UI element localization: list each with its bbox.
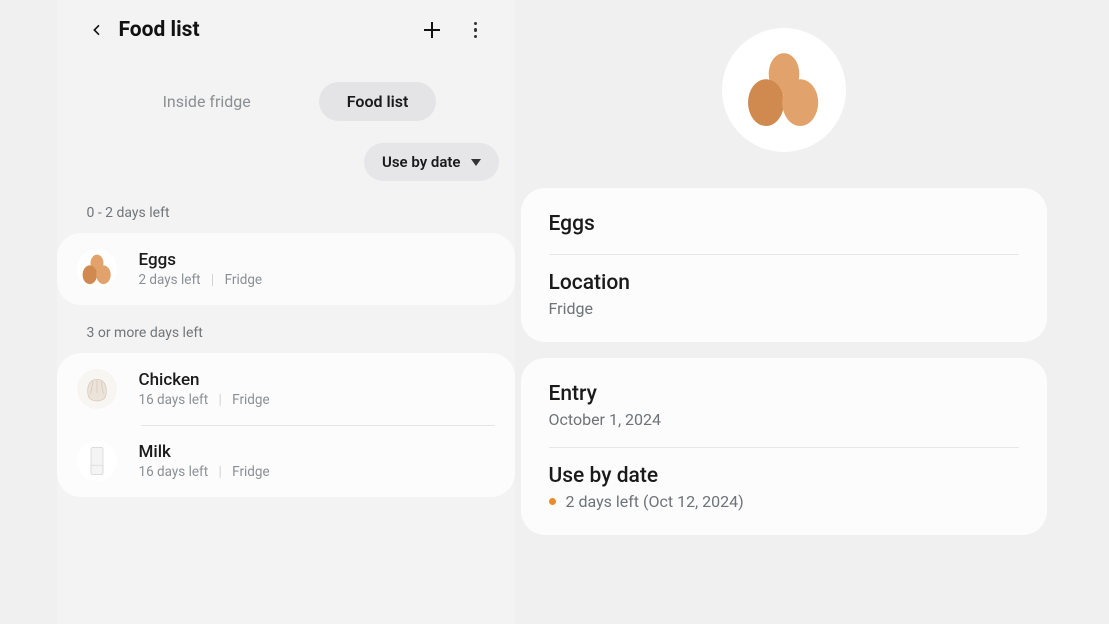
detail-pane: Eggs Location Fridge Entry October 1, 20… [515,0,1053,624]
chevron-left-icon [89,22,105,38]
group-label: 3 or more days left [57,311,515,347]
header-bar: Food list [57,14,515,52]
food-item-chicken[interactable]: Chicken 16 days left | Fridge [57,353,515,425]
food-days: 16 days left [139,464,209,480]
tab-bar: Inside fridge Food list [57,82,515,121]
detail-useby-row: 2 days left (Oct 12, 2024) [549,488,1019,511]
eggs-icon [79,253,115,285]
back-button[interactable] [83,16,111,44]
detail-card-dates: Entry October 1, 2024 Use by date 2 days… [521,358,1047,535]
detail-image [722,28,846,152]
food-item-milk[interactable]: Milk 16 days left | Fridge [57,425,515,497]
food-thumb [77,249,117,289]
food-meta: 2 days left | Fridge [139,272,263,288]
tab-food-list[interactable]: Food list [319,82,437,121]
food-name: Eggs [139,250,263,270]
food-item-eggs[interactable]: Eggs 2 days left | Fridge [57,233,515,305]
food-days: 2 days left [139,272,201,288]
milk-icon [85,444,109,478]
tab-inside-fridge[interactable]: Inside fridge [135,82,279,121]
food-info: Chicken 16 days left | Fridge [139,370,270,408]
food-location: Fridge [232,392,270,408]
detail-useby-label: Use by date [549,448,1019,488]
detail-location-label: Location [549,255,1019,295]
meta-separator: | [211,272,214,288]
dot-icon [474,22,478,26]
add-button[interactable] [419,17,445,43]
food-location: Fridge [232,464,270,480]
warning-dot-icon [549,498,556,505]
eggs-icon [739,50,829,130]
food-meta: 16 days left | Fridge [139,464,270,480]
detail-entry-value: October 1, 2024 [549,406,1019,447]
food-info: Eggs 2 days left | Fridge [139,250,263,288]
detail-useby-value: 2 days left (Oct 12, 2024) [566,492,744,511]
sort-label: Use by date [382,153,461,171]
dot-icon [474,35,478,39]
list-pane: Food list Inside fridge Food list [57,0,515,624]
sort-dropdown[interactable]: Use by date [364,143,499,181]
sort-row: Use by date [57,121,515,191]
page-title: Food list [119,18,419,42]
food-info: Milk 16 days left | Fridge [139,442,270,480]
food-name: Milk [139,442,270,462]
food-group: Eggs 2 days left | Fridge [57,233,515,305]
meta-separator: | [219,464,222,480]
group-label: 0 - 2 days left [57,191,515,227]
chicken-icon [81,373,113,405]
more-menu-button[interactable] [463,17,489,43]
detail-card-basic: Eggs Location Fridge [521,188,1047,342]
food-group: Chicken 16 days left | Fridge Milk [57,353,515,497]
food-name: Chicken [139,370,270,390]
food-meta: 16 days left | Fridge [139,392,270,408]
dot-icon [474,28,478,32]
food-thumb [77,441,117,481]
food-days: 16 days left [139,392,209,408]
chevron-down-icon [471,159,481,166]
header-actions [419,17,489,43]
detail-name: Eggs [549,212,1019,254]
meta-separator: | [219,392,222,408]
plus-icon [420,18,444,42]
detail-entry-label: Entry [549,382,1019,406]
food-location: Fridge [225,272,263,288]
app-root: Food list Inside fridge Food list [57,0,1053,624]
food-thumb [77,369,117,409]
detail-location-value: Fridge [549,295,1019,318]
